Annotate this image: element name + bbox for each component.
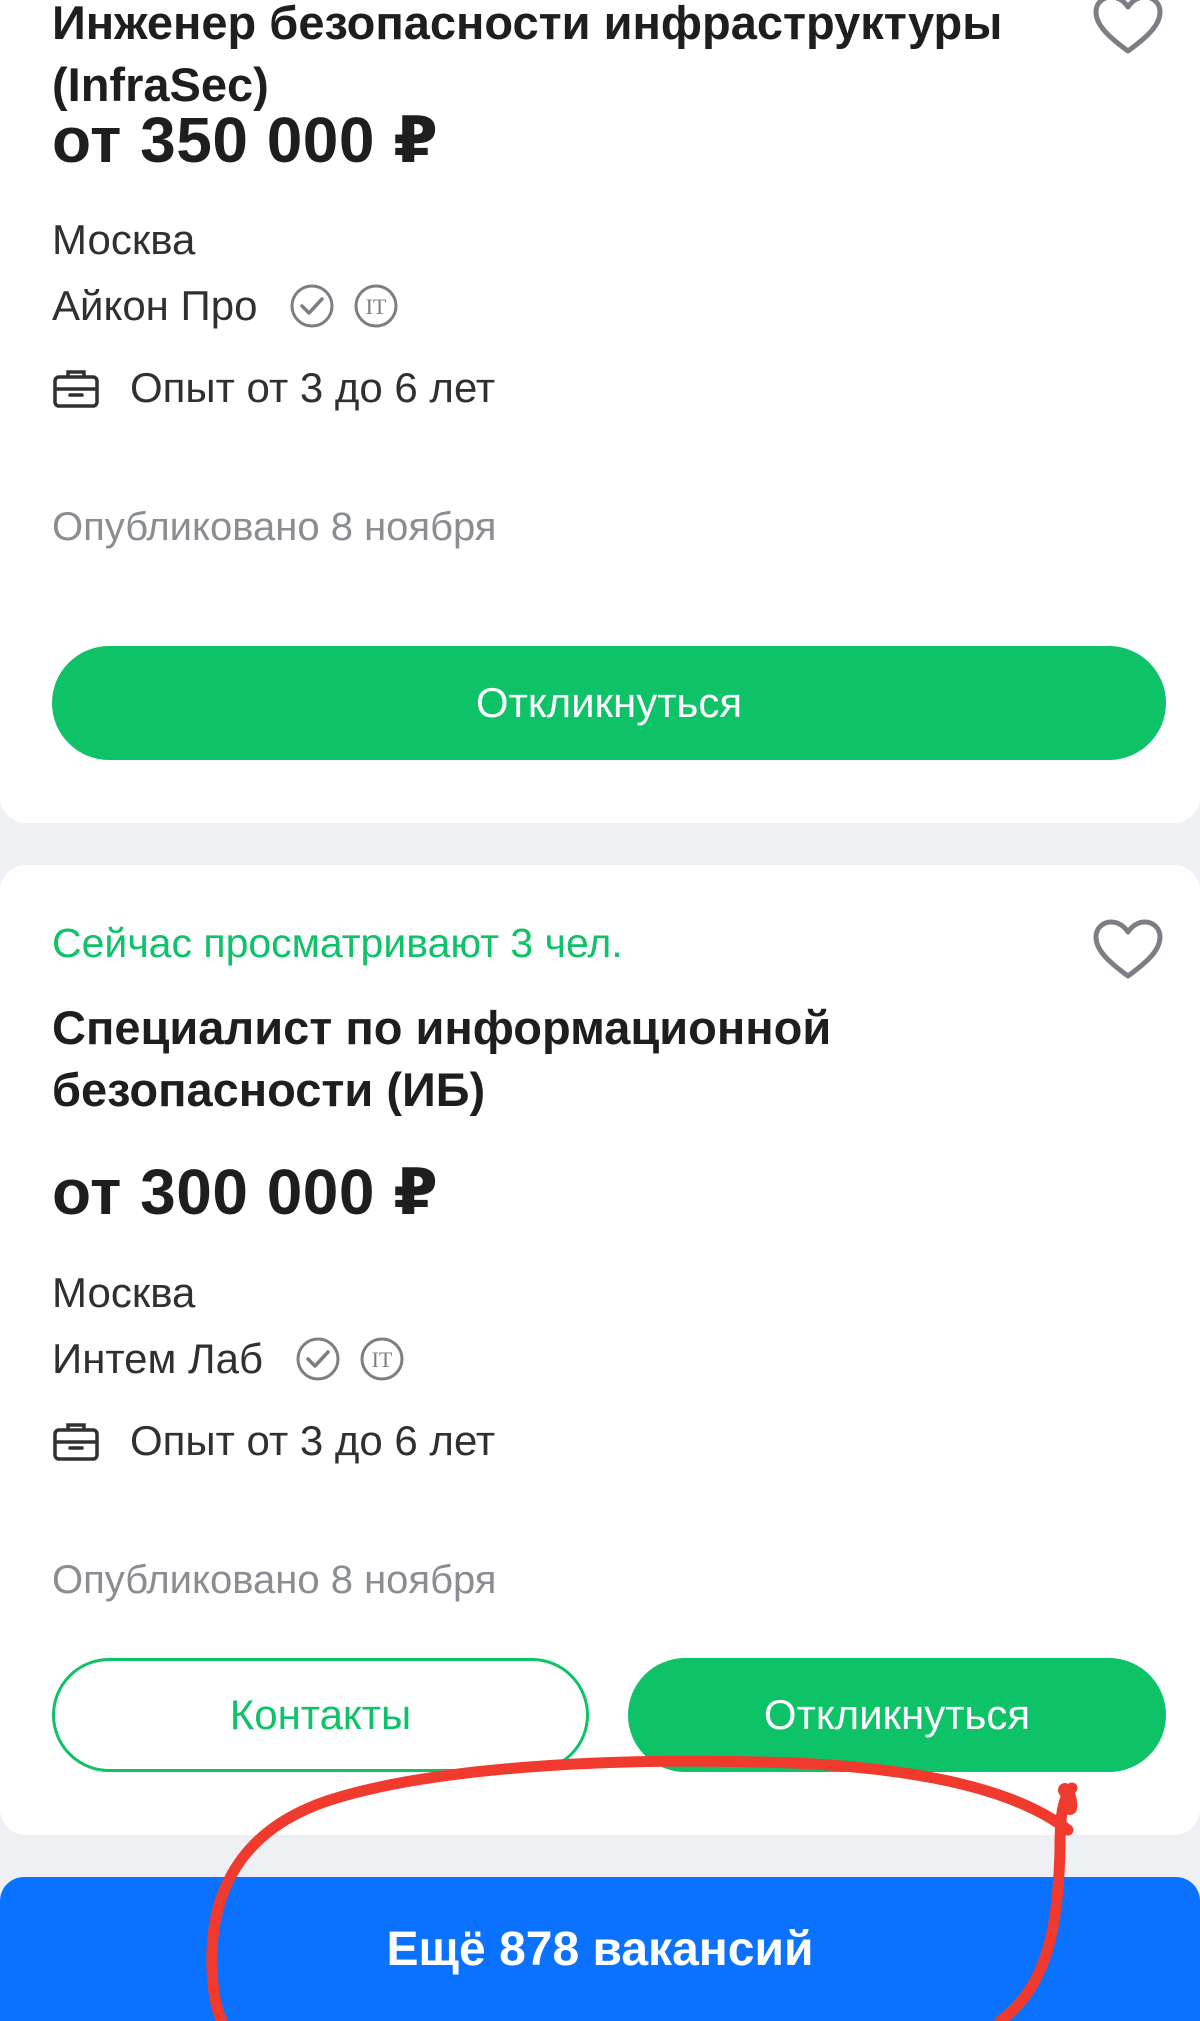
heart-icon[interactable] [1092, 0, 1164, 57]
vacancy-city: Москва [52, 216, 196, 263]
vacancy-company[interactable]: Интем Лаб IT [52, 1335, 405, 1383]
briefcase-icon [53, 1423, 99, 1461]
vacancy-published-date: Опубликовано 8 ноября [52, 505, 497, 549]
show-more-vacancies-button[interactable]: Ещё 878 вакансий [0, 1877, 1200, 2021]
vacancy-experience: Опыт от 3 до 6 лет [52, 364, 495, 412]
it-badge-label: IT [366, 294, 387, 319]
vacancy-city: Москва [52, 1269, 196, 1316]
it-badge-label: IT [372, 1347, 393, 1372]
contacts-button[interactable]: Контакты [52, 1658, 589, 1772]
company-name[interactable]: Айкон Про [52, 282, 257, 330]
viewers-now-label: Сейчас просматривают 3 чел. [52, 920, 623, 966]
vacancy-salary: от 300 000 ₽ [52, 1156, 439, 1228]
vacancy-salary: от 350 000 ₽ [52, 104, 439, 176]
vacancy-published-date: Опубликовано 8 ноября [52, 1558, 497, 1602]
vacancy-title[interactable]: Инженер безопасности инфраструктуры (Inf… [52, 0, 1012, 116]
apply-button[interactable]: Откликнуться [52, 646, 1166, 760]
verified-check-icon [296, 1337, 340, 1381]
experience-label: Опыт от 3 до 6 лет [130, 1417, 496, 1464]
company-name[interactable]: Интем Лаб [52, 1335, 263, 1383]
vacancy-list-page: Инженер безопасности инфраструктуры (Inf… [0, 0, 1200, 2021]
vacancy-card[interactable]: Сейчас просматривают 3 чел. Специалист п… [0, 865, 1200, 1835]
experience-label: Опыт от 3 до 6 лет [130, 364, 496, 411]
heart-icon[interactable] [1092, 918, 1164, 982]
verified-check-icon [290, 284, 334, 328]
it-badge-icon: IT [360, 1337, 404, 1381]
vacancy-title[interactable]: Специалист по информационной безопасност… [52, 997, 1012, 1121]
briefcase-icon [53, 370, 99, 408]
vacancy-company[interactable]: Айкон Про IT [52, 282, 399, 330]
vacancy-card[interactable]: Инженер безопасности инфраструктуры (Inf… [0, 0, 1200, 823]
it-badge-icon: IT [354, 284, 398, 328]
vacancy-experience: Опыт от 3 до 6 лет [52, 1417, 495, 1465]
apply-button[interactable]: Откликнуться [628, 1658, 1166, 1772]
